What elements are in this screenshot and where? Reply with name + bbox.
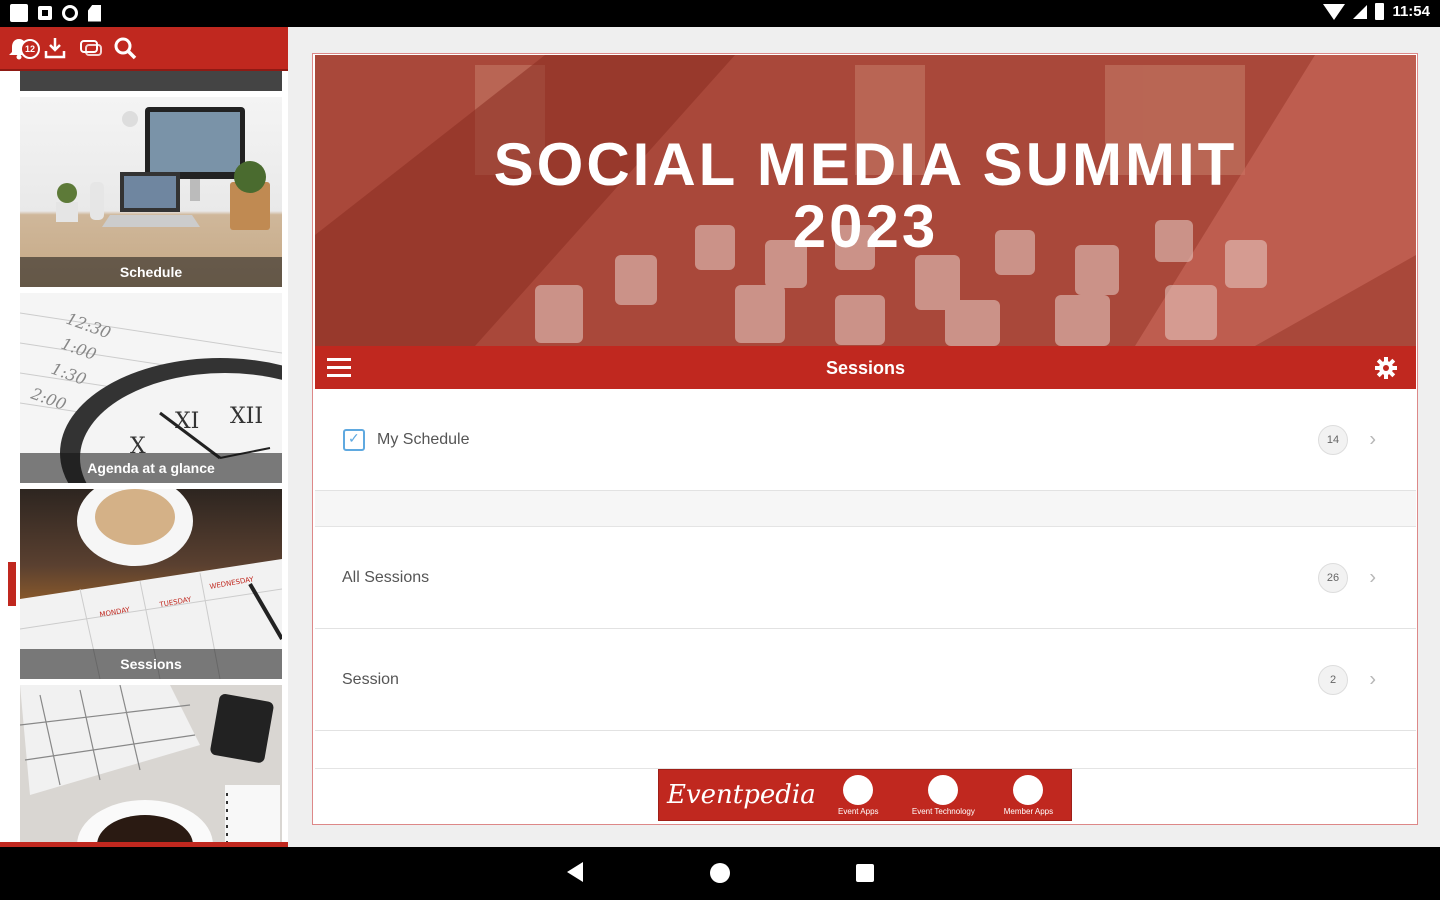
- section-title: Sessions: [825, 358, 906, 378]
- status-bar: 11:54: [0, 0, 1440, 27]
- list-spacer: [315, 491, 1416, 527]
- ad-item-event-apps: Event Apps: [816, 774, 901, 816]
- settings-button[interactable]: [1374, 356, 1398, 380]
- svg-text:1:00: 1:00: [59, 334, 99, 364]
- tile-calendar[interactable]: [20, 685, 282, 847]
- list-item-label: My Schedule: [377, 430, 470, 448]
- download-icon: [44, 38, 66, 59]
- tile-label: Schedule: [20, 257, 282, 287]
- tile-partial[interactable]: [20, 71, 282, 91]
- list-spacer: [315, 731, 1416, 769]
- notification-icon: [10, 4, 28, 22]
- status-notifications: [10, 4, 101, 22]
- calendar-check-icon: [343, 428, 365, 451]
- count-badge: 2: [1318, 664, 1348, 695]
- main-content: SOCIAL MEDIA SUMMIT 2023 Sessions ✓ My S…: [312, 53, 1418, 825]
- ad-item-label: Event Technology: [911, 806, 975, 816]
- svg-text:XII: XII: [230, 404, 263, 429]
- home-button[interactable]: [710, 863, 730, 883]
- wifi-icon: [1323, 3, 1346, 20]
- chevron-right-icon: ›: [1369, 566, 1376, 588]
- left-panel: 12 Schedule 12:30 1:00 1:30 2:00 XI XII …: [0, 27, 288, 847]
- back-button[interactable]: [567, 862, 583, 882]
- tile-label: Sessions: [20, 649, 282, 679]
- list-item-all-sessions[interactable]: All Sessions 26 ›: [315, 527, 1416, 629]
- sessions-list: My Schedule 14 › All Sessions 26 › Sessi…: [315, 389, 1416, 769]
- event-banner: SOCIAL MEDIA SUMMIT 2023: [315, 55, 1416, 346]
- chevron-right-icon: ›: [1369, 668, 1376, 690]
- section-header: Sessions: [315, 346, 1416, 389]
- eventpedia-logo: Eventpedia: [667, 780, 816, 810]
- chat-button[interactable]: [78, 35, 104, 61]
- chat-icon: [80, 40, 102, 56]
- sponsor-banner[interactable]: Eventpedia Event Apps Event Technology M…: [658, 769, 1072, 821]
- list-item-my-schedule[interactable]: My Schedule 14 ›: [315, 389, 1416, 491]
- recent-apps-button[interactable]: [856, 864, 874, 882]
- tile-label: Agenda at a glance: [20, 453, 282, 483]
- status-system: 11:54: [1323, 3, 1430, 20]
- menu-tiles: Schedule 12:30 1:00 1:30 2:00 XI XII X A…: [20, 71, 282, 847]
- phone-icon: [843, 774, 874, 805]
- chevron-right-icon: ›: [1369, 428, 1376, 450]
- svg-text:2:00: 2:00: [28, 384, 69, 414]
- calendar-coffee-image: [20, 685, 280, 847]
- notifications-button[interactable]: 12: [6, 35, 40, 61]
- ad-item-event-technology: Event Technology: [901, 774, 986, 816]
- gear-icon: [1375, 357, 1397, 379]
- search-button[interactable]: [112, 35, 138, 61]
- status-time: 11:54: [1392, 3, 1430, 20]
- sd-card-icon: [88, 4, 101, 22]
- list-item-session[interactable]: Session 2 ›: [315, 629, 1416, 731]
- active-indicator: [8, 562, 16, 606]
- tile-sessions[interactable]: MONDAY TUESDAY WEDNESDAY Sessions: [20, 489, 282, 679]
- screen-icon: [928, 774, 959, 805]
- search-icon: [114, 37, 137, 60]
- ad-item-label: Member Apps: [1003, 806, 1054, 816]
- navigation-bar: [0, 847, 1440, 900]
- list-item-label: All Sessions: [342, 568, 430, 586]
- cellular-icon: [1353, 4, 1368, 19]
- battery-icon: [1375, 3, 1385, 20]
- person-icon: [1013, 774, 1044, 805]
- download-button[interactable]: [42, 35, 68, 61]
- tile-schedule[interactable]: Schedule: [20, 97, 282, 287]
- ad-item-label: Event Apps: [838, 806, 879, 816]
- notification-badge: 12: [20, 39, 40, 59]
- tile-agenda[interactable]: 12:30 1:00 1:30 2:00 XI XII X Agenda at …: [20, 293, 282, 483]
- ad-item-member-apps: Member Apps: [986, 774, 1071, 816]
- banner-year: 2023: [792, 193, 939, 260]
- list-item-label: Session: [342, 670, 399, 688]
- banner-title: SOCIAL MEDIA SUMMIT: [493, 131, 1238, 198]
- svg-text:1:30: 1:30: [49, 359, 89, 389]
- count-badge: 26: [1318, 562, 1348, 593]
- svg-text:XI: XI: [175, 409, 199, 434]
- sync-icon: [62, 5, 78, 21]
- count-badge: 14: [1318, 424, 1348, 455]
- left-toolbar: 12: [0, 27, 288, 71]
- app-notification-icon: [38, 6, 52, 20]
